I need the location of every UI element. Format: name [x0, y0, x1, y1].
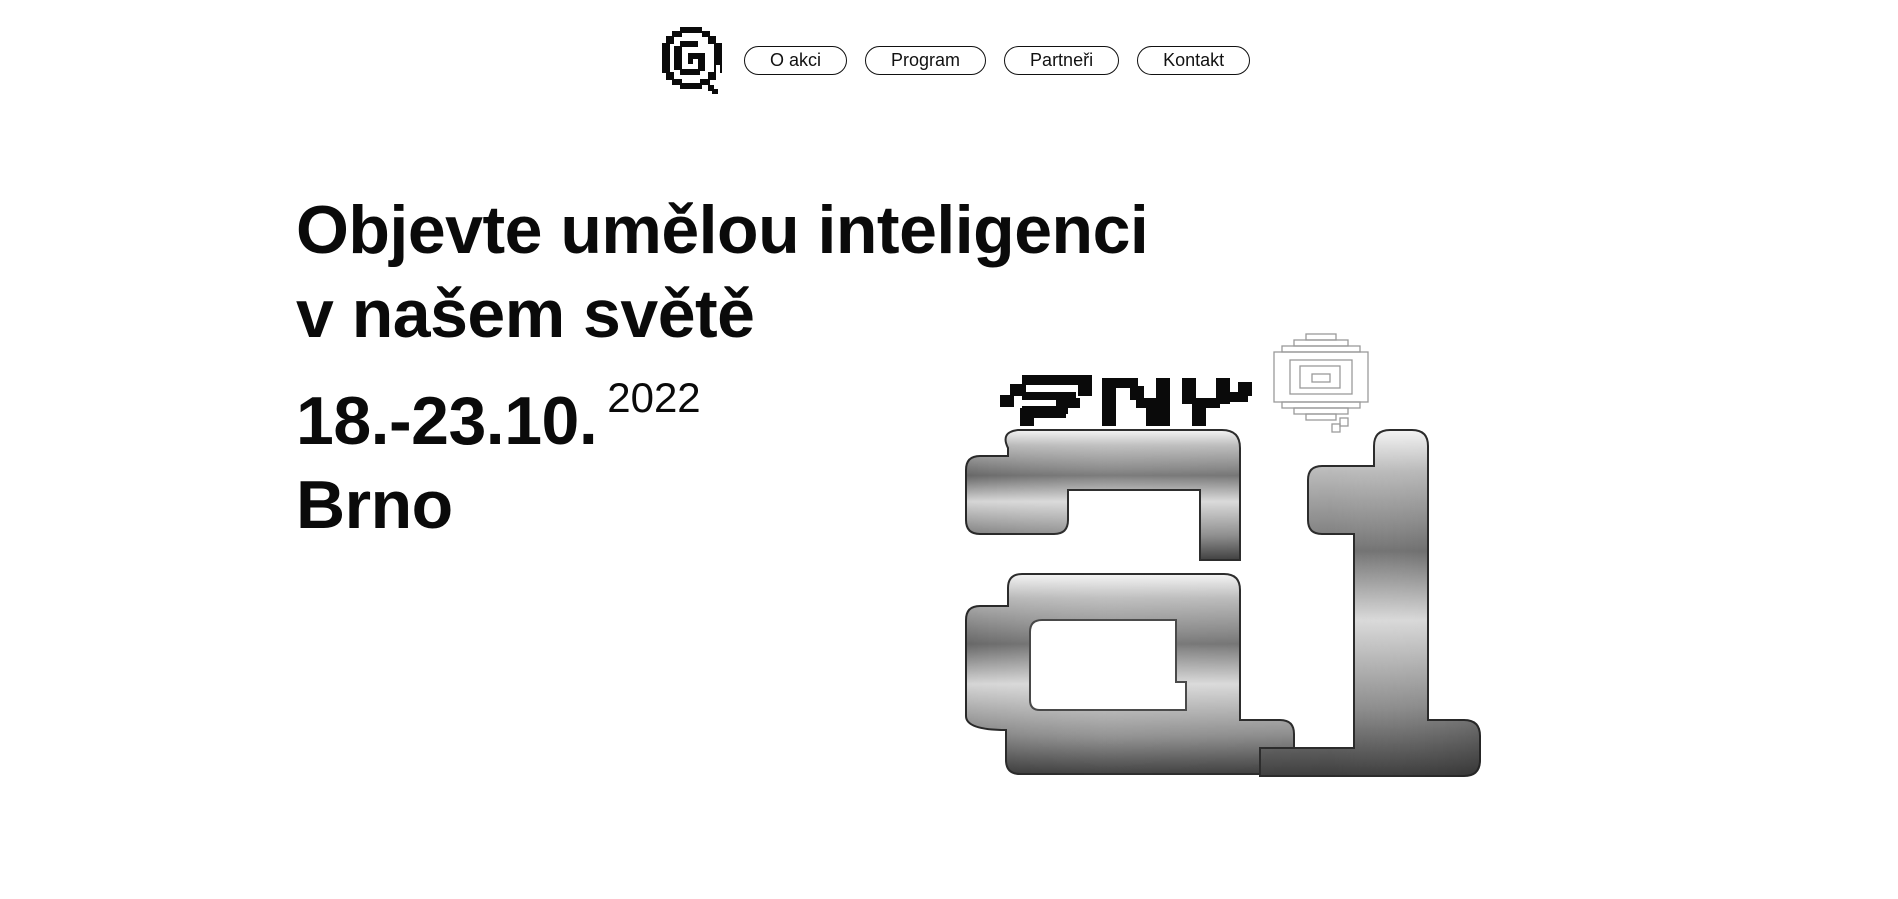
hero-line-1: Objevte umělou inteligenci: [296, 192, 1149, 268]
outline-spiral-icon: [1273, 333, 1369, 433]
nav-contact-button[interactable]: Kontakt: [1137, 45, 1251, 75]
event-year: 2022: [607, 374, 701, 421]
pixel-spiral-logo-icon[interactable]: [658, 25, 728, 95]
nav-partners-button[interactable]: Partneři: [1004, 45, 1120, 75]
event-dates: 18.-23.10.: [296, 383, 598, 459]
dny-pixel-wordmark-icon: [1000, 375, 1252, 426]
nav-program-button[interactable]: Program: [865, 45, 987, 75]
nav-about-button[interactable]: O akci: [744, 45, 848, 75]
chrome-ai-logo-icon: [960, 428, 1490, 780]
top-navigation: O akci Program Partneři Kontakt: [658, 22, 1251, 98]
dny-ai-logo-art: [960, 320, 1490, 820]
nav-links: O akci Program Partneři Kontakt: [744, 45, 1251, 75]
